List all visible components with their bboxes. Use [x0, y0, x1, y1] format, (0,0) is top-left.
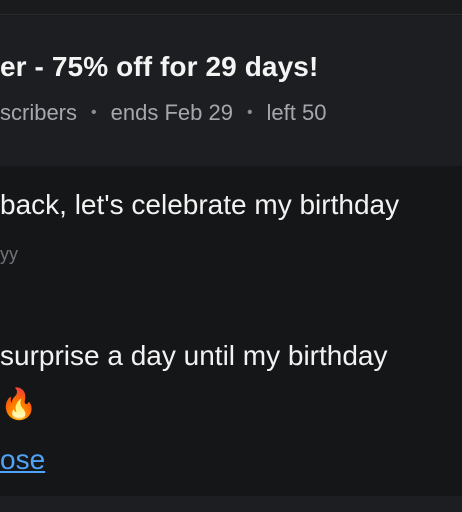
offer-remaining: left 50	[266, 100, 327, 125]
post-subline: yy	[0, 244, 18, 264]
offer-meta: scribers • ends Feb 29 • left 50	[0, 100, 326, 126]
fire-emoji-icon: 🔥	[0, 388, 38, 421]
bottom-strip	[0, 496, 462, 512]
offer-card[interactable]	[0, 16, 462, 166]
app-screen: er - 75% off for 29 days! scribers • ends …	[0, 0, 462, 512]
separator-dot: •	[246, 104, 253, 121]
post-headline: back, let's celebrate my birthday	[0, 189, 400, 220]
offer-ends: ends Feb 29	[110, 100, 233, 125]
top-divider	[0, 14, 462, 15]
post-body: surprise a day until my birthday	[0, 340, 388, 371]
separator-dot: •	[91, 104, 97, 121]
offer-audience: scribers	[0, 100, 78, 125]
close-link[interactable]: ose	[0, 444, 45, 476]
offer-title: er - 75% off for 29 days!	[0, 51, 319, 82]
